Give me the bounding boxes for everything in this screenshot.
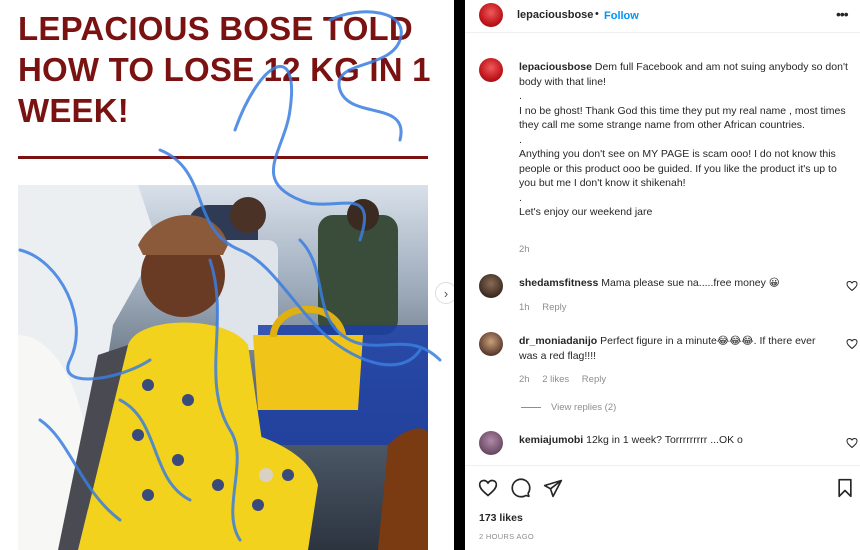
comment-icon[interactable] bbox=[511, 478, 531, 498]
caption-avatar[interactable] bbox=[479, 58, 503, 82]
post-actions: 173 likes 2 HOURS AGO bbox=[465, 465, 860, 550]
view-replies-label: View replies (2) bbox=[551, 402, 617, 413]
reply-button[interactable]: Reply bbox=[582, 374, 606, 385]
comment-text: kemiajumobi 12kg in 1 week? Torrrrrrrrr … bbox=[519, 433, 829, 448]
caption-time: 2h bbox=[519, 244, 530, 255]
caption-username[interactable]: lepaciousbose bbox=[519, 61, 592, 73]
caption-line: . bbox=[519, 191, 522, 204]
comment-meta: 2h 2 likes Reply bbox=[519, 374, 616, 385]
post-sidebar: lepaciousbose • Follow ••• lepaciousbose… bbox=[465, 0, 860, 550]
comment-body: 12kg in 1 week? Torrrrrrrrr ...OK o bbox=[586, 434, 743, 446]
next-media-button[interactable]: › bbox=[435, 282, 454, 304]
comment-username[interactable]: dr_moniadanijo bbox=[519, 335, 597, 347]
comment-meta: 1h Reply bbox=[519, 302, 577, 313]
caption-line: Anything you don't see on MY PAGE is sca… bbox=[519, 148, 837, 189]
view-replies-line bbox=[521, 406, 541, 408]
comment-username[interactable]: kemiajumobi bbox=[519, 434, 583, 446]
headline-divider bbox=[18, 156, 428, 159]
post-timestamp: 2 HOURS AGO bbox=[479, 532, 534, 541]
author-avatar[interactable] bbox=[479, 3, 503, 27]
article-photo bbox=[18, 185, 428, 550]
author-username[interactable]: lepaciousbose bbox=[517, 9, 593, 21]
comment-time: 1h bbox=[519, 302, 530, 313]
follow-button[interactable]: Follow bbox=[604, 10, 639, 22]
likes-count[interactable]: 173 likes bbox=[479, 512, 523, 524]
photo-illustration bbox=[18, 185, 428, 550]
heart-icon[interactable] bbox=[478, 478, 498, 498]
caption-line: I no be ghost! Thank God this time they … bbox=[519, 104, 846, 132]
comment-body: Mama please sue na.....free money 😀 bbox=[601, 277, 780, 289]
caption-line: . bbox=[519, 133, 522, 146]
comment-like-icon[interactable] bbox=[846, 437, 858, 449]
comment-avatar[interactable] bbox=[479, 332, 503, 356]
comment-avatar[interactable] bbox=[479, 274, 503, 298]
comment-like-icon[interactable] bbox=[846, 338, 858, 350]
comment-username[interactable]: shedamsfitness bbox=[519, 277, 598, 289]
caption-line: Let's enjoy our weekend jare bbox=[519, 206, 653, 218]
send-icon[interactable] bbox=[543, 478, 563, 498]
caption-line: . bbox=[519, 90, 522, 102]
reply-button[interactable]: Reply bbox=[542, 302, 566, 313]
comment-time: 2h bbox=[519, 374, 530, 385]
separator-dot: • bbox=[595, 8, 599, 20]
bookmark-icon[interactable] bbox=[835, 478, 855, 498]
comment-avatar[interactable] bbox=[479, 431, 503, 455]
view-replies-button[interactable]: View replies (2) bbox=[521, 402, 616, 413]
article-headline: LEPACIOUS BOSE TOLD HOW TO LOSE 12 KG IN… bbox=[18, 10, 431, 129]
post-header: lepaciousbose • Follow ••• bbox=[465, 0, 860, 33]
more-options-icon[interactable]: ••• bbox=[836, 6, 849, 22]
chevron-right-icon: › bbox=[443, 285, 449, 301]
comment-text: dr_moniadanijo Perfect figure in a minut… bbox=[519, 334, 829, 363]
caption-text: lepaciousbose Dem full Facebook and am n… bbox=[519, 60, 849, 220]
comment-text: shedamsfitness Mama please sue na.....fr… bbox=[519, 276, 829, 291]
comment-like-icon[interactable] bbox=[846, 280, 858, 292]
comment-likes[interactable]: 2 likes bbox=[542, 374, 569, 385]
post-media[interactable]: LEPACIOUS BOSE TOLD HOW TO LOSE 12 KG IN… bbox=[0, 0, 454, 550]
